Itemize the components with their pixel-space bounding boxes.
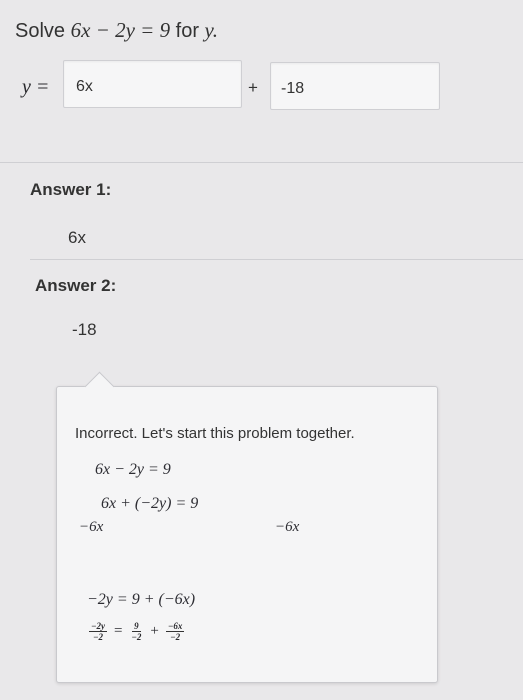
answer-1-value: 6x	[68, 228, 86, 247]
step-equation-2: 6x + (−2y) = 9	[101, 495, 199, 512]
feedback-panel: Incorrect. Let's start this problem toge…	[56, 371, 438, 683]
plus-sign: +	[248, 78, 258, 97]
step-equation-1: 6x − 2y = 9	[95, 461, 171, 478]
answer-divider	[30, 259, 523, 260]
fraction-left: −2y −2	[89, 621, 107, 642]
fraction-middle-denominator: −2	[131, 632, 142, 642]
step-subtract-right: −6x	[275, 519, 300, 535]
step-subtract-left: −6x	[79, 519, 104, 535]
answer-input-1-value: 6x	[76, 78, 93, 95]
fraction-right-numerator: −6x	[165, 621, 185, 632]
fraction-middle-numerator: 9	[132, 621, 141, 632]
answer-2-label: Answer 2:	[35, 276, 117, 295]
fraction-left-denominator: −2	[92, 632, 103, 642]
question-variable: y.	[204, 18, 218, 42]
fraction-right: −6x −2	[165, 621, 185, 642]
answer-input-1[interactable]: 6x	[63, 60, 242, 108]
step-division: −2y −2 = 9 −2 + −6x −2	[89, 621, 185, 642]
fraction-middle: 9 −2	[129, 621, 143, 642]
question-prompt: Solve 6x − 2y = 9 for y.	[15, 18, 218, 43]
feedback-title: Incorrect. Let's start this problem toge…	[75, 425, 355, 442]
question-equation: 6x − 2y = 9	[70, 18, 171, 42]
plus-operator: +	[150, 623, 159, 639]
question-suffix: for	[175, 20, 199, 42]
step-equation-3: −2y = 9 + (−6x)	[87, 591, 196, 608]
fraction-right-denominator: −2	[170, 632, 181, 642]
answer-input-2[interactable]: -18	[270, 62, 440, 110]
equals-sign: =	[113, 623, 123, 639]
answer-1-label: Answer 1:	[30, 180, 112, 199]
fraction-left-numerator: −2y	[89, 621, 107, 632]
question-prefix: Solve	[15, 20, 66, 42]
feedback-pointer	[84, 371, 115, 402]
section-divider	[0, 162, 523, 163]
answer-2-value: -18	[72, 320, 97, 339]
y-equals-label: y =	[22, 76, 50, 98]
answer-input-2-value: -18	[281, 80, 305, 97]
